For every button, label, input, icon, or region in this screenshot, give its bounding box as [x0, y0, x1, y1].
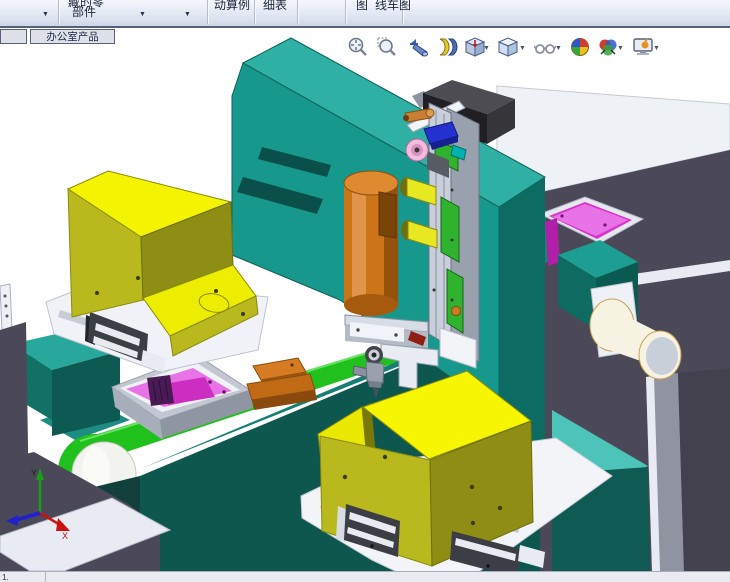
status-divider [45, 572, 46, 582]
dropdown-arrow-icon[interactable]: ▼ [653, 45, 660, 52]
dropdown-arrow-icon[interactable]: ▼ [617, 45, 624, 52]
components-button-line2[interactable]: 部件 [72, 3, 96, 20]
toolbar-separator [345, 0, 346, 24]
view-settings-icon[interactable] [632, 36, 654, 58]
triad-x-label: X [62, 531, 68, 541]
dropdown-arrow-icon[interactable]: ▼ [483, 45, 490, 52]
previous-view-icon[interactable] [407, 36, 429, 58]
toolbar-separator [207, 0, 208, 24]
dropdown-arrow-icon[interactable]: ▼ [555, 45, 562, 52]
view-button[interactable]: 图 [356, 0, 368, 13]
edit-appearance-icon[interactable] [569, 36, 591, 58]
triad-y-label: Y [31, 468, 37, 478]
zoom-to-area-icon[interactable] [376, 36, 398, 58]
solidworks-window: 藏的零 部件 动算例 细表 图 线车图 ▼ ▼ ▼ 办公室产品 Y X ▼ ▼ … [0, 0, 730, 582]
toolbar-separator [254, 0, 255, 24]
motion-study-button[interactable]: 动算例 [214, 0, 250, 13]
status-bar: 1. [0, 571, 730, 582]
dropdown-arrow-icon[interactable]: ▼ [519, 45, 526, 52]
dropdown-arrow-icon[interactable]: ▼ [184, 11, 191, 18]
display-style-icon[interactable] [497, 36, 519, 58]
sheet-tab[interactable]: 1. [2, 573, 9, 582]
toolbar-separator [58, 0, 59, 24]
model-viewport[interactable]: Y X [0, 26, 730, 573]
line-diagram-button[interactable]: 线车图 [375, 0, 411, 13]
section-view-icon[interactable] [436, 36, 458, 58]
hide-show-items-icon[interactable] [534, 36, 556, 58]
apply-scene-icon[interactable] [597, 36, 619, 58]
zoom-to-fit-icon[interactable] [347, 36, 369, 58]
dropdown-arrow-icon[interactable]: ▼ [139, 11, 146, 18]
dropdown-arrow-icon[interactable]: ▼ [42, 11, 49, 18]
top-toolbar: 藏的零 部件 动算例 细表 图 线车图 ▼ ▼ ▼ [0, 0, 730, 28]
orange-cylinder[interactable] [343, 170, 399, 316]
bom-button[interactable]: 细表 [263, 0, 287, 13]
toolbar-separator [297, 0, 298, 24]
